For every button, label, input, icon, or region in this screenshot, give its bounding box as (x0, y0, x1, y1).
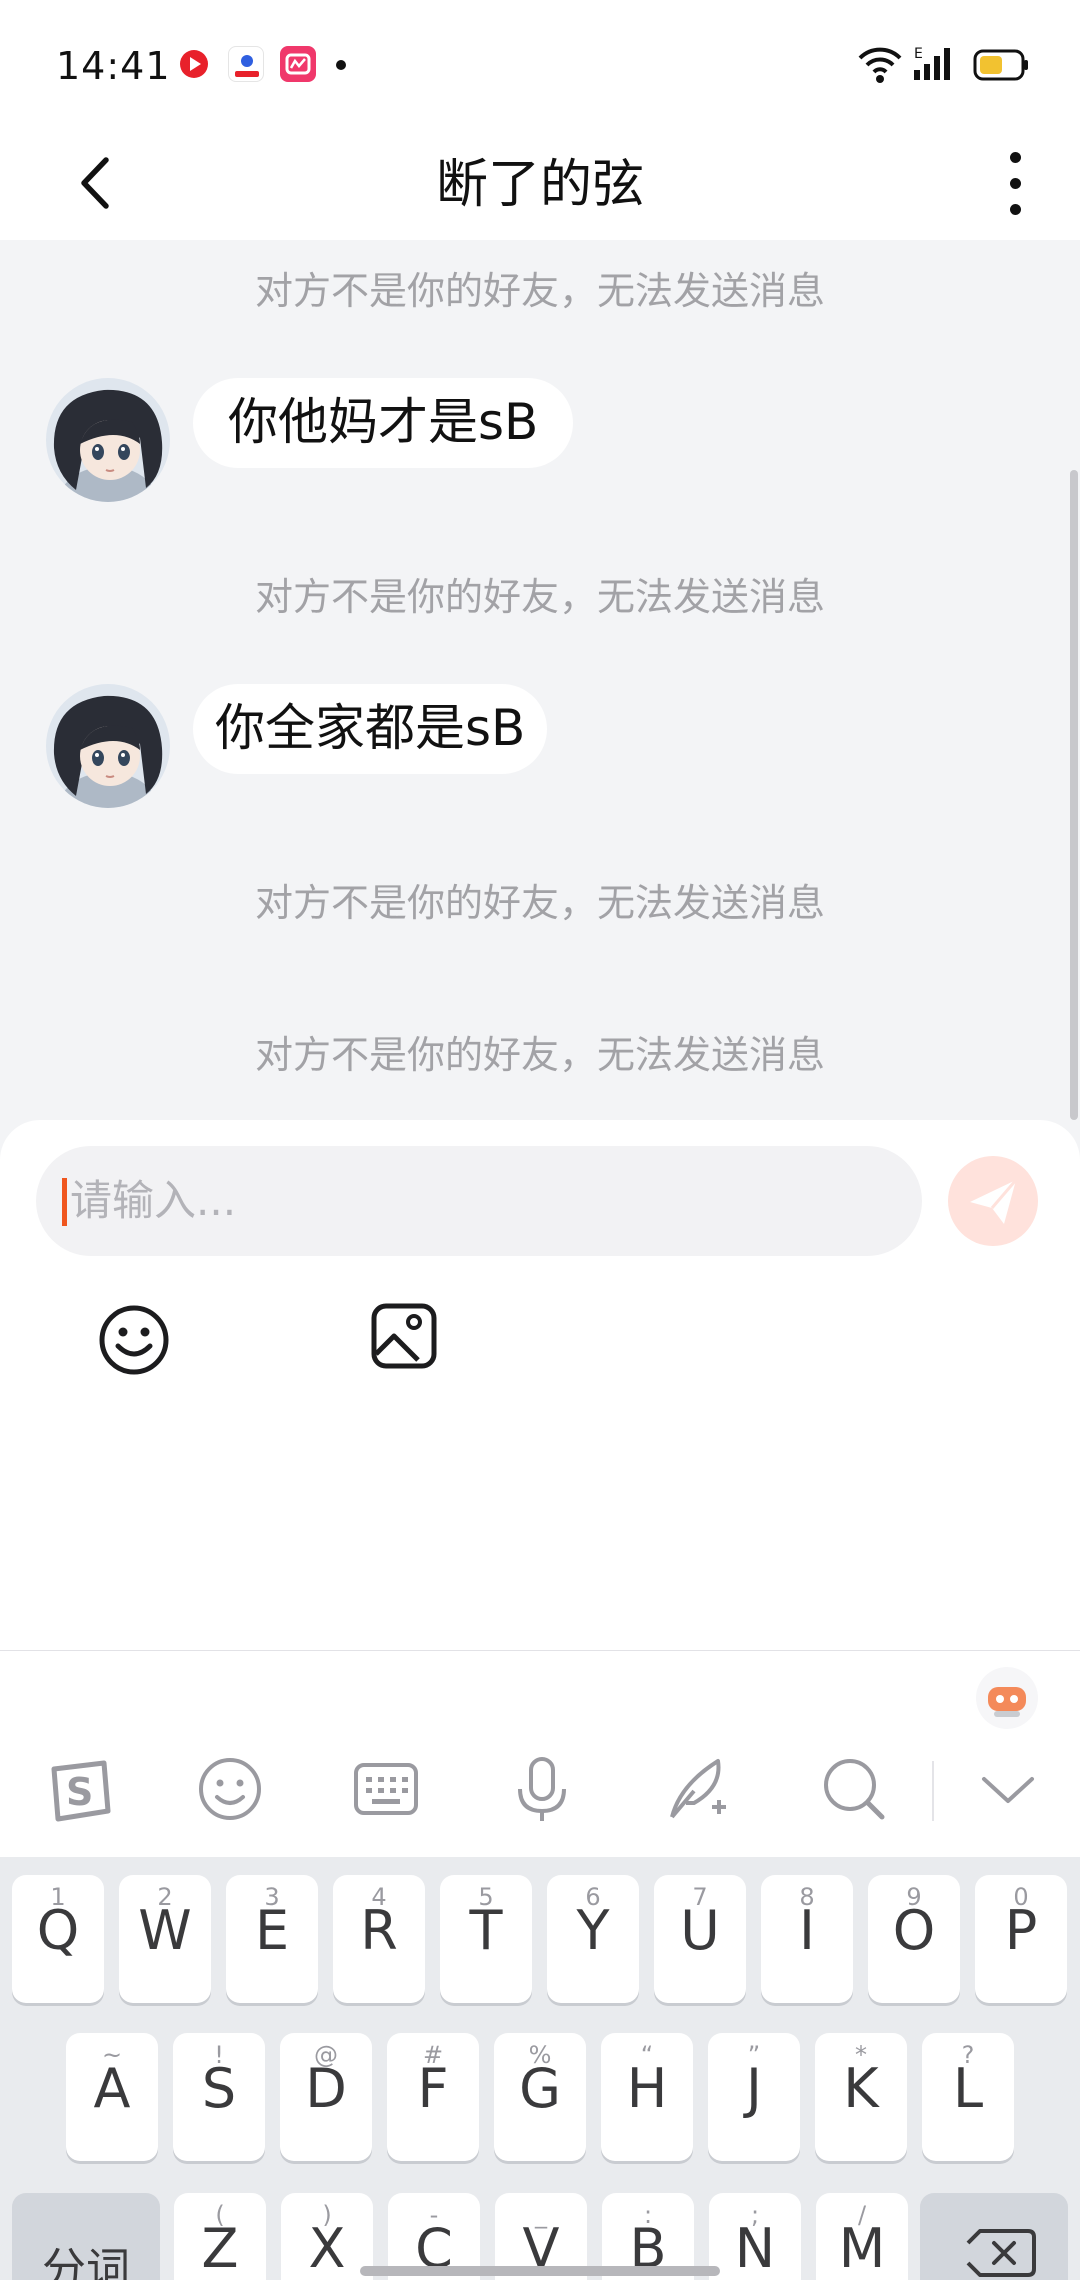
key-label: R (360, 1899, 398, 1962)
key-i[interactable]: 8I (761, 1875, 853, 2003)
chat-screen: 14:41 E 断了的弦 对方不是你的好友，无法发送消息 你他妈才是sB 对方不… (0, 0, 1080, 2280)
key-label: T (469, 1899, 503, 1962)
emoji-icon[interactable] (192, 1751, 268, 1827)
key-label: I (799, 1899, 815, 1962)
battery-icon (973, 49, 1028, 81)
key-o[interactable]: 9O (868, 1875, 960, 2003)
key-a[interactable]: ~ A (66, 2033, 158, 2161)
image-icon (371, 1303, 437, 1369)
status-icons: E (858, 46, 1028, 83)
key-y[interactable]: 6Y (547, 1875, 639, 2003)
emoji-icon (99, 1305, 169, 1375)
quill-icon[interactable] (660, 1751, 736, 1827)
message-bubble[interactable]: 你他妈才是sB (193, 378, 574, 468)
back-button[interactable] (66, 148, 136, 218)
key-label: K (843, 2057, 879, 2120)
key-g[interactable]: % G (494, 2033, 586, 2161)
scrollbar[interactable] (1070, 470, 1078, 1120)
image-button[interactable] (368, 1300, 440, 1372)
system-message: 对方不是你的好友，无法发送消息 (254, 1033, 825, 1077)
key-k[interactable]: * K (815, 2033, 907, 2161)
key-z[interactable]: (Z (174, 2193, 266, 2280)
key-d[interactable]: @ D (280, 2033, 372, 2161)
key-label: Z (201, 2217, 239, 2280)
key-label: Q (36, 1899, 80, 1962)
key-label: H (626, 2057, 668, 2120)
sogou-logo-icon[interactable]: S (38, 1751, 114, 1827)
avatar[interactable] (46, 684, 170, 808)
key-label: J (746, 2057, 762, 2120)
microphone-icon[interactable] (504, 1751, 580, 1827)
message-bubble[interactable]: 你全家都是sB (193, 684, 548, 774)
system-message: 对方不是你的好友，无法发送消息 (254, 575, 825, 619)
key-j[interactable]: ” J (708, 2033, 800, 2161)
signal-icon: E (914, 46, 950, 80)
backspace-icon (966, 2229, 1036, 2277)
more-vertical-icon (1010, 152, 1021, 163)
key-f[interactable]: # F (387, 2033, 479, 2161)
segment-key-label: 分词 (42, 2244, 130, 2280)
delete-key[interactable] (920, 2193, 1068, 2280)
system-message: 对方不是你的好友，无法发送消息 (254, 881, 825, 925)
key-s[interactable]: ! S (173, 2033, 265, 2161)
key-label: M (838, 2217, 886, 2280)
key-label: L (952, 2057, 984, 2120)
page-title: 断了的弦 (435, 155, 644, 215)
key-label: N (734, 2217, 776, 2280)
message-input[interactable]: 请输入... (36, 1146, 922, 1256)
composer-panel: 请输入... (0, 1120, 1080, 1650)
avatar[interactable] (46, 378, 170, 502)
send-button[interactable] (948, 1156, 1038, 1246)
svg-text:E: E (914, 46, 923, 62)
chevron-down-icon (982, 1777, 1034, 1803)
key-label: O (892, 1899, 936, 1962)
chevron-left-icon (81, 157, 109, 209)
system-message: 对方不是你的好友，无法发送消息 (254, 269, 825, 313)
key-label: W (138, 1899, 192, 1962)
emoji-button[interactable] (96, 1302, 172, 1378)
key-label: G (519, 2057, 561, 2120)
more-options-button[interactable] (985, 138, 1045, 228)
key-label: A (93, 2057, 131, 2120)
key-h[interactable]: “H (601, 2033, 693, 2161)
key-label: Y (576, 1899, 610, 1962)
key-w[interactable]: 2W (119, 1875, 211, 2003)
key-t[interactable]: 5T (440, 1875, 532, 2003)
message-list[interactable]: 对方不是你的好友，无法发送消息 你他妈才是sB 对方不是你的好友，无法发送消息 (0, 240, 1080, 1120)
toolbar-divider (932, 1761, 934, 1821)
key-label: F (417, 2057, 449, 2120)
home-indicator[interactable] (360, 2266, 720, 2276)
key-e[interactable]: 3E (226, 1875, 318, 2003)
wifi-icon (858, 47, 902, 83)
key-x[interactable]: ) X (281, 2193, 373, 2280)
keyboard-icon[interactable] (348, 1751, 424, 1827)
input-placeholder: 请输入... (70, 1176, 237, 1225)
chat-header: 断了的弦 (0, 130, 1080, 240)
soft-keyboard: S 1Q2W3E4R5T6Y7U8I9O0P ~ A! S @ D # F% G “ (0, 1650, 1080, 2280)
key-m[interactable]: / M (816, 2193, 908, 2280)
key-u[interactable]: 7U (654, 1875, 746, 2003)
paper-plane-icon (970, 1179, 1018, 1224)
key-label: E (254, 1899, 290, 1962)
svg-text:S: S (66, 1770, 93, 1814)
text-cursor (62, 1178, 67, 1226)
keyboard-toolbar: S (0, 1651, 1080, 1857)
search-icon[interactable] (816, 1751, 892, 1827)
key-q[interactable]: 1Q (12, 1875, 104, 2003)
key-label: P (1004, 1899, 1038, 1962)
collapse-keyboard-button[interactable] (970, 1751, 1046, 1827)
key-label: D (305, 2057, 347, 2120)
key-l[interactable]: ? L (922, 2033, 1014, 2161)
segment-key[interactable]: 分词 (12, 2193, 160, 2280)
key-label: U (680, 1899, 720, 1962)
status-bar: 14:41 E (0, 0, 1080, 130)
key-label: S (201, 2057, 237, 2120)
assistant-robot-icon[interactable] (976, 1667, 1038, 1729)
key-n[interactable]: ; N (709, 2193, 801, 2280)
key-r[interactable]: 4R (333, 1875, 425, 2003)
key-p[interactable]: 0P (975, 1875, 1067, 2003)
